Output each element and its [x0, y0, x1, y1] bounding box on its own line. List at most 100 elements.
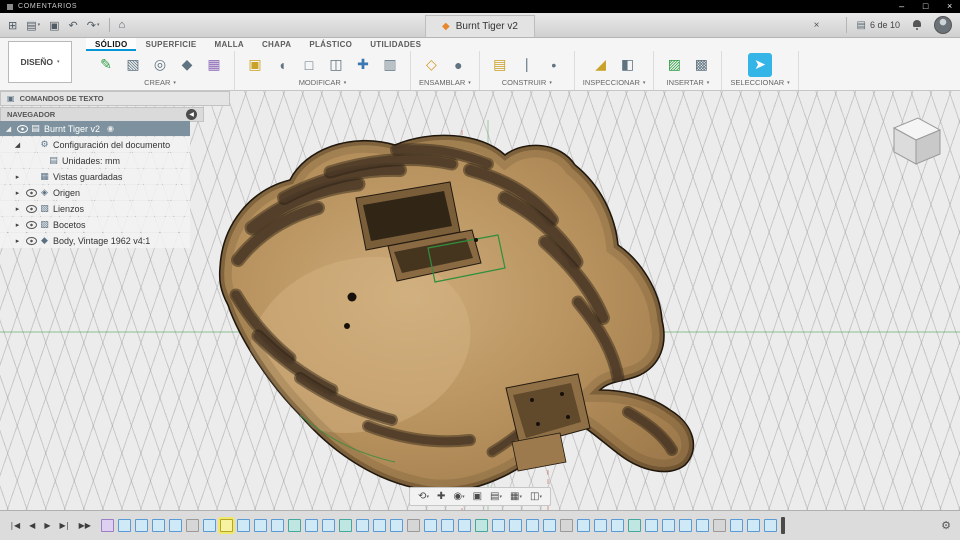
timeline-feature-icon[interactable] [695, 519, 709, 532]
timeline-feature-icon[interactable] [185, 519, 199, 532]
navigator-header[interactable]: NAVEGADOR ◀ [0, 107, 204, 122]
go-to-end-button[interactable]: ▶▶ [76, 521, 94, 530]
tree-item[interactable]: ▸ ▧ Lienzos [0, 201, 190, 216]
group-dropdown-seleccionar[interactable]: SELECCIONAR ▾ [730, 78, 789, 90]
move-icon[interactable]: ✚ [351, 53, 375, 77]
timeline-settings-gear-icon[interactable]: ⚙ [941, 519, 960, 532]
timeline-feature-icon[interactable] [270, 519, 284, 532]
construction-point-icon[interactable]: • [542, 53, 566, 77]
timeline-feature-icon[interactable] [219, 519, 233, 532]
timeline-scrubber[interactable] [780, 517, 785, 534]
visibility-eye-icon[interactable] [25, 205, 37, 213]
timeline-feature-icon[interactable] [712, 519, 726, 532]
visibility-eye-icon[interactable] [16, 125, 28, 133]
insert-svg-icon[interactable]: ▩ [689, 53, 713, 77]
play-button[interactable]: ▶ [41, 521, 53, 530]
construction-plane-icon[interactable]: ▤ [488, 53, 512, 77]
close-document-icon[interactable]: × [814, 20, 820, 31]
timeline-feature-icon[interactable] [576, 519, 590, 532]
timeline-feature-icon[interactable] [491, 519, 505, 532]
revolve-icon[interactable]: ◎ [148, 53, 172, 77]
timeline-feature-icon[interactable] [117, 519, 131, 532]
grid-settings-icon[interactable]: ▦ ▾ [506, 491, 526, 502]
section-analysis-icon[interactable]: ◧ [616, 53, 640, 77]
expander-icon[interactable]: ◢ [4, 125, 13, 133]
comments-collapsed-bar[interactable]: COMENTARIOS – □ × [0, 0, 960, 13]
joint-icon[interactable]: ● [446, 53, 470, 77]
timeline-feature-icon[interactable] [406, 519, 420, 532]
expander-icon[interactable]: ▸ [13, 189, 22, 197]
timeline-feature-icon[interactable] [372, 519, 386, 532]
timeline-feature-icon[interactable] [253, 519, 267, 532]
new-component-icon[interactable]: ◇ [419, 53, 443, 77]
orbit-icon[interactable]: ⟲ ▾ [414, 491, 433, 502]
step-back-button[interactable]: ◀ [26, 521, 38, 530]
undo-icon[interactable]: ↶ [69, 19, 78, 32]
group-dropdown-ensamblar[interactable]: ENSAMBLAR ▾ [419, 78, 471, 90]
maximize-button[interactable]: □ [923, 0, 929, 13]
display-settings-icon[interactable]: ▤ ▾ [486, 491, 506, 502]
step-forward-button[interactable]: ▶∣ [56, 521, 72, 530]
construction-axis-icon[interactable]: ∣ [515, 53, 539, 77]
tree-item[interactable]: ▸ ◈ Origen [0, 185, 190, 200]
text-commands-bar[interactable]: ▣ COMANDOS DE TEXTO [0, 91, 230, 106]
timeline-feature-icon[interactable] [202, 519, 216, 532]
combine-icon[interactable]: ◫ [324, 53, 348, 77]
user-avatar[interactable] [934, 16, 952, 34]
sweep-icon[interactable]: ◆ [175, 53, 199, 77]
timeline-feature-icon[interactable] [457, 519, 471, 532]
timeline-feature-icon[interactable] [474, 519, 488, 532]
expander-icon[interactable]: ▸ [13, 205, 22, 213]
timeline-feature-icon[interactable] [746, 519, 760, 532]
timeline-feature-icon[interactable] [304, 519, 318, 532]
tree-item[interactable]: ▸ ▨ Bocetos [0, 217, 190, 232]
timeline-feature-icon[interactable] [236, 519, 250, 532]
insert-mesh-icon[interactable]: ▨ [662, 53, 686, 77]
group-dropdown-inspeccionar[interactable]: INSPECCIONAR ▾ [583, 78, 646, 90]
timeline-feature-icon[interactable] [627, 519, 641, 532]
shell-icon[interactable]: □ [297, 53, 321, 77]
tree-item[interactable]: ▸ ▦ Vistas guardadas [0, 169, 190, 184]
timeline-feature-icon[interactable] [287, 519, 301, 532]
viewports-icon[interactable]: ◫ ▾ [526, 491, 546, 502]
pan-icon[interactable]: ✚ [433, 491, 449, 502]
tab-superficie[interactable]: SUPERFICIE [136, 37, 205, 51]
timeline-feature-icon[interactable] [100, 519, 114, 532]
notifications-bell-icon[interactable] [912, 20, 922, 30]
timeline-feature-icon[interactable] [763, 519, 777, 532]
tree-item[interactable]: ◢ ⚙ Configuración del documento [0, 137, 190, 152]
timeline-feature-icon[interactable] [559, 519, 573, 532]
select-icon[interactable]: ➤ [748, 52, 773, 77]
timeline-feature-icon[interactable] [678, 519, 692, 532]
press-pull-icon[interactable]: ▣ [243, 53, 267, 77]
view-cube[interactable] [884, 110, 948, 174]
timeline-feature-icon[interactable] [610, 519, 624, 532]
expander-icon[interactable]: ▸ [13, 173, 22, 181]
fillet-icon[interactable]: ◖ [270, 53, 294, 77]
timeline-feature-icon[interactable] [525, 519, 539, 532]
minimize-button[interactable]: – [899, 0, 905, 13]
visibility-eye-icon[interactable] [25, 237, 37, 245]
group-dropdown-crear[interactable]: CREAR ▾ [144, 78, 176, 90]
timeline-feature-icon[interactable] [338, 519, 352, 532]
align-icon[interactable]: ▥ [378, 53, 402, 77]
tab-chapa[interactable]: CHAPA [253, 37, 300, 51]
zoom-icon[interactable]: ◉ ▾ [449, 491, 468, 502]
home-icon[interactable]: ⌂ [119, 19, 126, 31]
timeline-feature-icon[interactable] [729, 519, 743, 532]
expander-icon[interactable]: ◢ [13, 141, 22, 149]
tab-sólido[interactable]: SÓLIDO [86, 37, 137, 51]
timeline-feature-icon[interactable] [593, 519, 607, 532]
file-menu-icon[interactable]: ▤ ▾ [26, 19, 40, 32]
timeline-feature-icon[interactable] [644, 519, 658, 532]
collapse-panel-icon[interactable]: ◀ [186, 109, 197, 120]
fit-icon[interactable]: ▣ [469, 491, 486, 502]
timeline-feature-icon[interactable] [423, 519, 437, 532]
timeline-feature-icon[interactable] [151, 519, 165, 532]
tab-malla[interactable]: MALLA [205, 37, 253, 51]
timeline-feature-icon[interactable] [542, 519, 556, 532]
visibility-eye-icon[interactable] [25, 189, 37, 197]
redo-icon[interactable]: ↷ ▾ [87, 19, 100, 32]
timeline-feature-icon[interactable] [355, 519, 369, 532]
group-dropdown-construir[interactable]: CONSTRUIR ▾ [502, 78, 552, 90]
